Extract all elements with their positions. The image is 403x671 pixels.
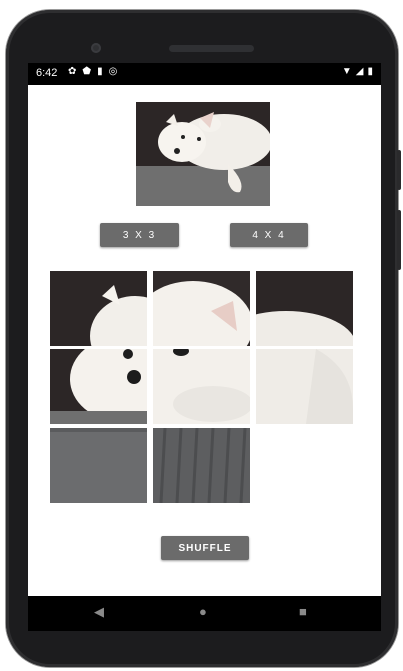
empty-tile <box>256 428 353 503</box>
status-time: 6:42 <box>36 67 58 79</box>
volume-button <box>397 150 401 190</box>
dog-photo <box>136 102 270 206</box>
home-icon[interactable]: ● <box>199 604 207 619</box>
back-icon[interactable]: ◀ <box>94 604 104 620</box>
puzzle-tile[interactable] <box>256 271 353 346</box>
front-camera <box>91 43 101 53</box>
wifi-icon: ▼ <box>341 66 352 77</box>
puzzle-tile[interactable] <box>50 428 147 503</box>
shuffle-button[interactable]: SHUFFLE <box>161 536 249 560</box>
settings-icon: ✿ <box>68 66 77 77</box>
shield-icon: ⬟ <box>82 66 92 77</box>
sync-icon: ◎ <box>108 66 118 77</box>
puzzle-tile[interactable] <box>153 271 250 346</box>
puzzle-tile[interactable] <box>256 349 353 424</box>
battery-icon: ▮ <box>367 66 373 77</box>
tile-image <box>153 271 250 346</box>
puzzle-tile[interactable] <box>50 271 147 346</box>
status-bar: 6:42 ✿ ⬟ ▮ ◎ ▼ ◢ ▮ <box>28 63 381 85</box>
puzzle-tile[interactable] <box>153 349 250 424</box>
status-left-icons: ✿ ⬟ ▮ ◎ <box>68 66 117 77</box>
signal-icon: ◢ <box>355 66 364 77</box>
tile-image <box>153 349 250 424</box>
tile-image <box>50 428 147 503</box>
tile-image <box>256 349 353 424</box>
status-right-icons: ▼ ◢ ▮ <box>342 66 373 77</box>
grid-4x4-button[interactable]: 4 X 4 <box>230 223 308 247</box>
earpiece-speaker <box>169 45 254 52</box>
tile-image <box>256 271 353 346</box>
puzzle-tile[interactable] <box>153 428 250 503</box>
tile-image <box>50 349 147 424</box>
grid-3x3-button[interactable]: 3 X 3 <box>100 223 179 247</box>
puzzle-tile[interactable] <box>50 349 147 424</box>
tile-image <box>50 271 147 346</box>
sim-icon: ▮ <box>97 66 103 77</box>
recents-icon[interactable]: ■ <box>299 604 307 619</box>
navigation-bar: ◀ ● ■ <box>28 596 381 631</box>
power-button <box>397 210 401 270</box>
preview-image <box>136 102 270 206</box>
tile-image <box>153 428 250 503</box>
